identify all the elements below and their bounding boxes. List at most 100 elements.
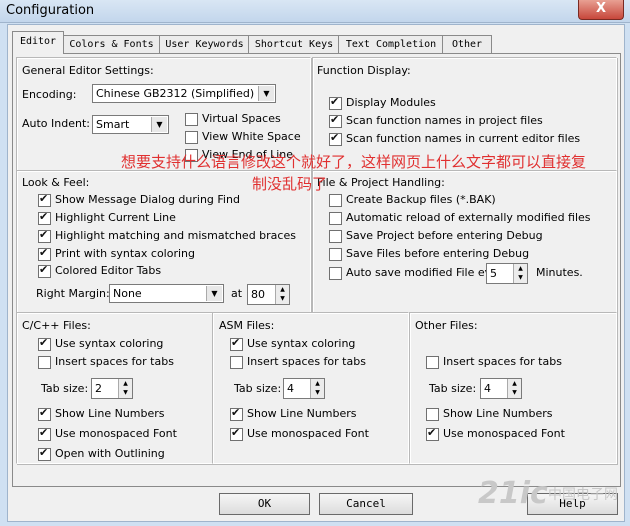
asm-insert-spaces-checkbox[interactable] xyxy=(230,356,243,369)
c-syntax-coloring-checkbox[interactable] xyxy=(38,336,51,351)
tab-editor[interactable]: Editor xyxy=(12,31,64,54)
other-tab-size-spinner[interactable]: 4 ▲ ▼ xyxy=(480,378,522,399)
scan-project-files-label: Scan function names in project files xyxy=(346,114,543,127)
close-icon: X xyxy=(595,1,607,16)
spin-arrows-icon[interactable]: ▲ ▼ xyxy=(310,379,324,398)
display-modules-label: Display Modules xyxy=(346,96,436,109)
show-message-dialog-label: Show Message Dialog during Find xyxy=(55,193,240,206)
other-tab-size-value: 4 xyxy=(484,382,491,395)
editor-panel: General Editor Settings: Encoding: Chine… xyxy=(12,53,621,487)
other-line-numbers-label: Show Line Numbers xyxy=(443,407,553,420)
other-monospaced-label: Use monospaced Font xyxy=(443,427,565,440)
save-files-debug-label: Save Files before entering Debug xyxy=(346,247,530,260)
spin-arrows-icon[interactable]: ▲ ▼ xyxy=(507,379,521,398)
asm-tab-size-label: Tab size: xyxy=(234,382,282,395)
file-project-title: File & Project Handling: xyxy=(317,176,445,189)
right-margin-select[interactable]: None ▼ xyxy=(109,284,224,303)
scan-editor-files-checkbox[interactable] xyxy=(329,131,342,146)
auto-save-spinner[interactable]: 5 ▲ ▼ xyxy=(486,263,528,284)
other-line-numbers-checkbox[interactable] xyxy=(426,408,439,421)
chevron-down-icon[interactable]: ▼ xyxy=(151,117,167,132)
right-margin-value: None xyxy=(113,287,142,300)
create-backup-checkbox[interactable] xyxy=(329,194,342,207)
c-outlining-label: Open with Outlining xyxy=(55,447,165,460)
spin-arrows-icon[interactable]: ▲ ▼ xyxy=(513,264,527,283)
c-insert-spaces-checkbox[interactable] xyxy=(38,356,51,369)
function-display-title: Function Display: xyxy=(317,64,411,77)
asm-monospaced-label: Use monospaced Font xyxy=(247,427,369,440)
save-project-debug-checkbox[interactable] xyxy=(329,230,342,243)
c-files-title: C/C++ Files: xyxy=(22,319,91,332)
view-white-space-label: View White Space xyxy=(202,130,301,143)
highlight-braces-label: Highlight matching and mismatched braces xyxy=(55,229,296,242)
scan-editor-files-label: Scan function names in current editor fi… xyxy=(346,132,581,145)
show-message-dialog-checkbox[interactable] xyxy=(38,192,51,207)
chevron-down-icon[interactable]: ▼ xyxy=(258,86,274,101)
minutes-label: Minutes. xyxy=(536,266,583,279)
scan-project-files-checkbox[interactable] xyxy=(329,113,342,128)
right-margin-column-spinner[interactable]: 80 ▲ ▼ xyxy=(247,284,290,305)
asm-syntax-coloring-label: Use syntax coloring xyxy=(247,337,356,350)
encoding-value: Chinese GB2312 (Simplified) xyxy=(96,87,255,100)
auto-indent-value: Smart xyxy=(96,118,130,131)
asm-monospaced-checkbox[interactable] xyxy=(230,426,243,441)
tab-colors-fonts[interactable]: Colors & Fonts xyxy=(62,35,161,53)
c-outlining-checkbox[interactable] xyxy=(38,446,51,461)
encoding-label: Encoding: xyxy=(22,88,77,101)
highlight-current-line-checkbox[interactable] xyxy=(38,210,51,225)
cancel-button[interactable]: Cancel xyxy=(319,493,413,515)
other-monospaced-checkbox[interactable] xyxy=(426,426,439,441)
encoding-select[interactable]: Chinese GB2312 (Simplified) ▼ xyxy=(92,84,276,103)
save-files-debug-checkbox[interactable] xyxy=(329,248,342,261)
colored-editor-tabs-checkbox[interactable] xyxy=(38,263,51,278)
c-line-numbers-label: Show Line Numbers xyxy=(55,407,165,420)
tab-other[interactable]: Other xyxy=(442,35,492,53)
chevron-down-icon[interactable]: ▼ xyxy=(206,286,222,301)
asm-tab-size-spinner[interactable]: 4 ▲ ▼ xyxy=(283,378,325,399)
create-backup-label: Create Backup files (*.BAK) xyxy=(346,193,496,206)
asm-files-title: ASM Files: xyxy=(219,319,275,332)
c-insert-spaces-label: Insert spaces for tabs xyxy=(55,355,174,368)
print-syntax-coloring-checkbox[interactable] xyxy=(38,246,51,261)
general-settings-title: General Editor Settings: xyxy=(22,64,154,77)
tab-user-keywords[interactable]: User Keywords xyxy=(159,35,250,53)
tab-text-completion[interactable]: Text Completion xyxy=(338,35,444,53)
auto-save-checkbox[interactable] xyxy=(329,267,342,280)
dialog-client: Editor Colors & Fonts User Keywords Shor… xyxy=(7,24,625,522)
watermark-logo: 21ic xyxy=(478,476,548,511)
c-tab-size-value: 2 xyxy=(95,382,102,395)
look-feel-title: Look & Feel: xyxy=(22,176,90,189)
spin-arrows-icon[interactable]: ▲ ▼ xyxy=(118,379,132,398)
tab-shortcut-keys[interactable]: Shortcut Keys xyxy=(248,35,340,53)
virtual-spaces-checkbox[interactable] xyxy=(185,113,198,126)
c-monospaced-label: Use monospaced Font xyxy=(55,427,177,440)
c-monospaced-checkbox[interactable] xyxy=(38,426,51,441)
asm-line-numbers-label: Show Line Numbers xyxy=(247,407,357,420)
c-tab-size-spinner[interactable]: 2 ▲ ▼ xyxy=(91,378,133,399)
asm-syntax-coloring-checkbox[interactable] xyxy=(230,336,243,351)
print-syntax-coloring-label: Print with syntax coloring xyxy=(55,247,196,260)
at-label: at xyxy=(231,287,243,300)
asm-line-numbers-checkbox[interactable] xyxy=(230,406,243,421)
auto-reload-checkbox[interactable] xyxy=(329,212,342,225)
window-title: Configuration xyxy=(6,3,95,18)
ok-button[interactable]: OK xyxy=(219,493,310,515)
auto-save-value: 5 xyxy=(490,267,497,280)
save-project-debug-label: Save Project before entering Debug xyxy=(346,229,543,242)
auto-save-label: Auto save modified File every xyxy=(346,266,509,279)
highlight-current-line-label: Highlight Current Line xyxy=(55,211,176,224)
virtual-spaces-label: Virtual Spaces xyxy=(202,112,281,125)
highlight-braces-checkbox[interactable] xyxy=(38,228,51,243)
close-button[interactable]: X xyxy=(578,0,624,20)
spin-arrows-icon[interactable]: ▲ ▼ xyxy=(275,285,289,304)
other-tab-size-label: Tab size: xyxy=(429,382,477,395)
auto-indent-label: Auto Indent: xyxy=(22,117,90,130)
other-insert-spaces-label: Insert spaces for tabs xyxy=(443,355,562,368)
other-insert-spaces-checkbox[interactable] xyxy=(426,356,439,369)
c-line-numbers-checkbox[interactable] xyxy=(38,406,51,421)
view-white-space-checkbox[interactable] xyxy=(185,131,198,144)
annotation-line-1: 想要支持什么语言修改这个就好了，这样网页上什么文字都可以直接复 xyxy=(121,153,587,171)
annotation-line-2: 制没乱码了 xyxy=(252,175,328,193)
auto-indent-select[interactable]: Smart ▼ xyxy=(92,115,169,134)
display-modules-checkbox[interactable] xyxy=(329,95,342,110)
